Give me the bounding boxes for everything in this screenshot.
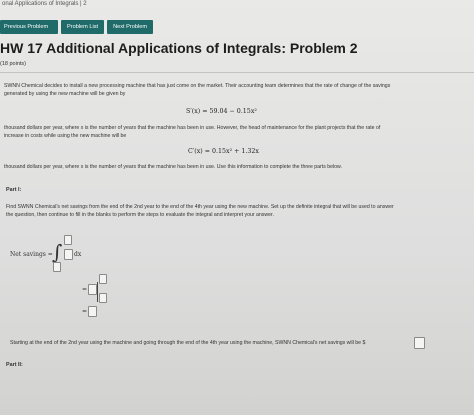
result-input[interactable] (88, 306, 97, 317)
problem-page: onal Applications of Integrals | 2 Previ… (0, 0, 474, 415)
part-1-line-1: Find SWNN Chemical's net savings from th… (6, 204, 394, 210)
dx-label: dx (74, 251, 82, 258)
eval-upper-input[interactable] (99, 274, 107, 284)
equals-sign-2: = (82, 308, 88, 315)
points-label: (18 points) (0, 61, 26, 67)
previous-problem-button[interactable]: Previous Problem (0, 20, 58, 34)
lower-limit-input[interactable] (53, 262, 61, 272)
integrand-input[interactable] (64, 249, 73, 260)
upper-limit-input[interactable] (64, 235, 72, 245)
cost-equation: C′(x) = 0.15x² + 1.32x (188, 148, 259, 155)
savings-equation: S′(x) = 59.04 − 0.15x² (186, 108, 257, 115)
intro-line-2: generated by using the new machine will … (4, 91, 126, 97)
divider (0, 72, 474, 73)
mid-line-1: thousand dollars per year, where x is th… (4, 125, 381, 131)
mid-line-2: increase in costs while using the new ma… (4, 133, 127, 139)
interpretation-text: Starting at the end of the 2nd year usin… (10, 340, 366, 346)
integral-sign: ∫ (52, 240, 63, 264)
page-title: HW 17 Additional Applications of Integra… (0, 40, 358, 56)
equals-sign-1: = (82, 286, 88, 293)
intro-line-1: SWNN Chemical decides to install a new p… (4, 83, 391, 89)
part-1-line-2: the question, then continue to fill in t… (6, 212, 274, 218)
problem-list-button[interactable]: Problem List (61, 20, 105, 34)
evaluation-bar (97, 282, 98, 302)
net-savings-label: Net savings = (10, 251, 53, 258)
breadcrumb: onal Applications of Integrals | 2 (2, 1, 87, 7)
next-problem-button[interactable]: Next Problem (107, 20, 153, 34)
net-savings-answer-input[interactable] (414, 337, 425, 349)
antiderivative-input[interactable] (88, 284, 97, 295)
problem-navigation: Previous Problem Problem List Next Probl… (0, 20, 474, 34)
part-1-label: Part I: (6, 187, 22, 193)
eval-lower-input[interactable] (99, 293, 107, 303)
part-2-label: Part II: (6, 362, 23, 368)
end-line: thousand dollars per year, where x is th… (4, 164, 342, 170)
